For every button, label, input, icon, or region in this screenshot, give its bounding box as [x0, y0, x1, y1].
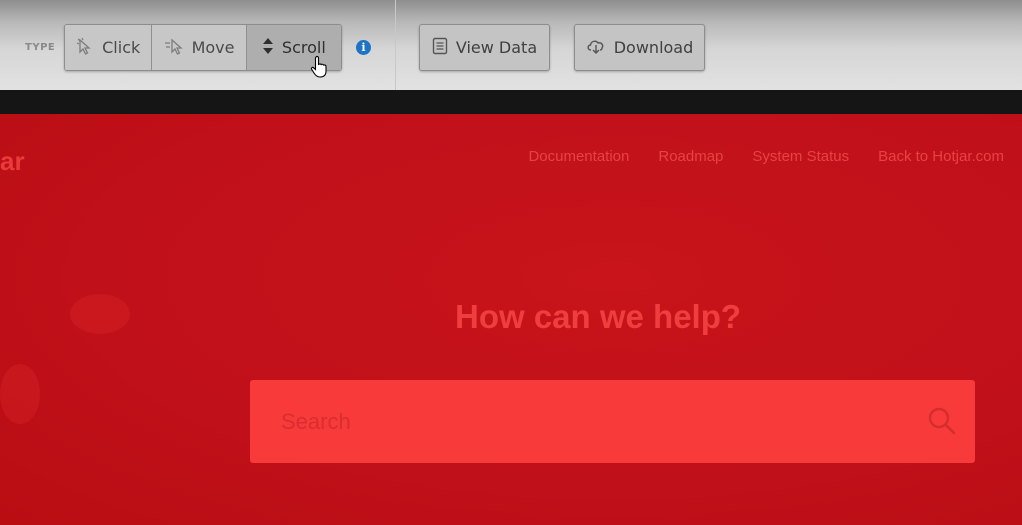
- top-nav: Documentation Roadmap System Status Back…: [528, 148, 1004, 165]
- help-center-page: ar Documentation Roadmap System Status B…: [0, 114, 1022, 525]
- search-icon[interactable]: [927, 406, 957, 440]
- heatmap-type-switcher: Click Move Scroll: [64, 24, 342, 71]
- move-mode-label: Move: [191, 38, 235, 57]
- heatmap-toolbar: TYPE Click Move Scroll i View Data Downl…: [0, 0, 1022, 90]
- click-mode-button[interactable]: Click: [65, 25, 153, 70]
- search-placeholder: Search: [281, 409, 351, 434]
- toolbar-divider: [395, 0, 396, 90]
- document-icon: [432, 37, 448, 59]
- view-data-label: View Data: [455, 38, 538, 57]
- heat-blob: [0, 364, 40, 424]
- cloud-download-icon: [586, 37, 606, 59]
- page-top-bar: [0, 90, 1022, 114]
- hotjar-logo[interactable]: ar: [0, 146, 25, 177]
- download-button[interactable]: Download: [574, 24, 705, 71]
- view-data-button[interactable]: View Data: [419, 24, 550, 71]
- move-mode-button[interactable]: Move: [152, 25, 247, 70]
- click-icon: [76, 37, 94, 59]
- scroll-icon: [262, 37, 274, 59]
- nav-system-status[interactable]: System Status: [752, 148, 849, 165]
- search-input[interactable]: Search: [250, 380, 975, 463]
- page-headline: How can we help?: [455, 298, 742, 335]
- nav-documentation[interactable]: Documentation: [528, 148, 629, 165]
- hand-cursor-icon: [310, 55, 330, 83]
- nav-back-to-hotjar[interactable]: Back to Hotjar.com: [878, 148, 1004, 165]
- nav-roadmap[interactable]: Roadmap: [658, 148, 723, 165]
- download-label: Download: [613, 38, 694, 57]
- info-icon[interactable]: i: [356, 40, 371, 55]
- click-mode-label: Click: [102, 38, 141, 57]
- type-label: TYPE: [25, 42, 56, 53]
- move-icon: [164, 37, 184, 59]
